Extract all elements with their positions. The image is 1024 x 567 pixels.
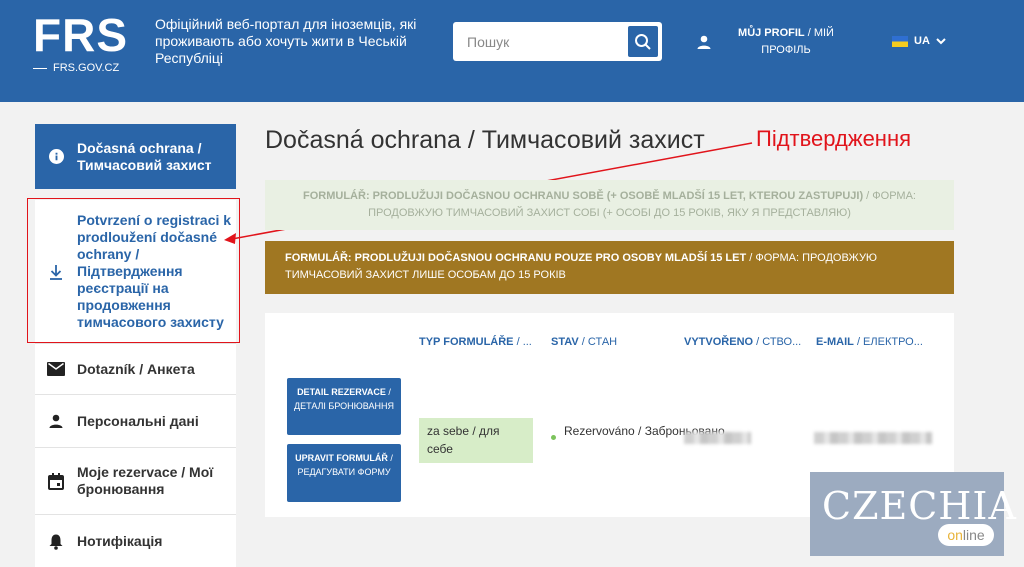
search-icon [635,33,651,50]
column-header-status[interactable]: STAV / СТАН [551,336,617,348]
sidebar-item-my-reservations[interactable]: Moje rezervace / Мої бронювання [35,448,236,515]
site-header: FRS FRS.GOV.CZ Офіційний веб-портал для … [0,0,1024,102]
search-button[interactable] [628,26,658,57]
sidebar-item-label: Moje rezervace / Мої бронювання [77,464,214,497]
form-option-minors[interactable]: FORMULÁŘ: PRODLUŽUJI DOČASNOU OCHRANU PO… [265,241,954,294]
created-date-redacted [684,432,751,444]
annotation-highlight-box [27,198,240,343]
my-profile-link[interactable]: MŮJ PROFIL / МІЙ ПРОФІЛЬ [726,25,846,59]
column-header-form-type[interactable]: TYP FORMULÁŘE / ... [419,336,532,348]
email-redacted [814,432,932,444]
chevron-down-icon [936,37,946,44]
language-selector[interactable]: UA [892,35,946,47]
mail-icon [47,362,65,376]
info-icon [48,149,64,164]
column-header-email[interactable]: E-MAIL / ЕЛЕКТРО... [816,336,923,348]
site-tagline: Офіційний веб-портал для іноземців, які … [155,16,417,66]
sidebar-item-label: Нотифікація [77,532,163,549]
bell-icon [49,534,63,550]
sidebar-item-temporary-protection[interactable]: Dočasná ochrana / Тимчасовий захист [35,124,236,189]
ukraine-flag-icon [892,35,908,47]
watermark-text: CZECHIA [822,484,1017,528]
czechia-online-watermark: CZECHIA online [810,472,1016,556]
sidebar-item-notifications[interactable]: Нотифікація [35,515,236,567]
sidebar-item-label: Dotazník / Анкета [77,360,195,377]
search-input[interactable] [453,22,623,61]
logo-subtitle: FRS.GOV.CZ [33,62,128,74]
sidebar-item-questionnaire[interactable]: Dotazník / Анкета [35,344,236,395]
form-option-self[interactable]: FORMULÁŘ: PRODLUŽUJI DOČASNOU OCHRANU SO… [265,180,954,230]
column-header-created[interactable]: VYTVOŘENO / СТВО... [684,336,801,348]
person-icon[interactable] [696,34,712,50]
logo-text: FRS [33,9,128,61]
frs-logo[interactable]: FRS FRS.GOV.CZ [33,12,128,74]
status-dot-icon [551,435,556,440]
sidebar-item-label: Dočasná ochrana / Тимчасовий захист [77,139,212,173]
reservation-detail-button[interactable]: DETAIL REZERVACE / ДЕТАЛІ БРОНЮВАННЯ [287,378,401,435]
sidebar-item-label: Персональні дані [77,412,199,429]
search-box [453,22,662,61]
annotation-label: Підтвердження [756,126,912,151]
person-icon [49,414,63,428]
calendar-icon [48,472,64,490]
language-code: UA [914,35,930,47]
watermark-online-badge: online [938,524,994,546]
page-title: Dočasná ochrana / Тимчасовий захист [265,126,705,154]
edit-form-button[interactable]: UPRAVIT FORMULÁŘ / РЕДАГУВАТИ ФОРМУ [287,444,401,502]
form-type-badge: za sebe / для себе [419,418,533,463]
sidebar-item-personal-data[interactable]: Персональні дані [35,395,236,448]
